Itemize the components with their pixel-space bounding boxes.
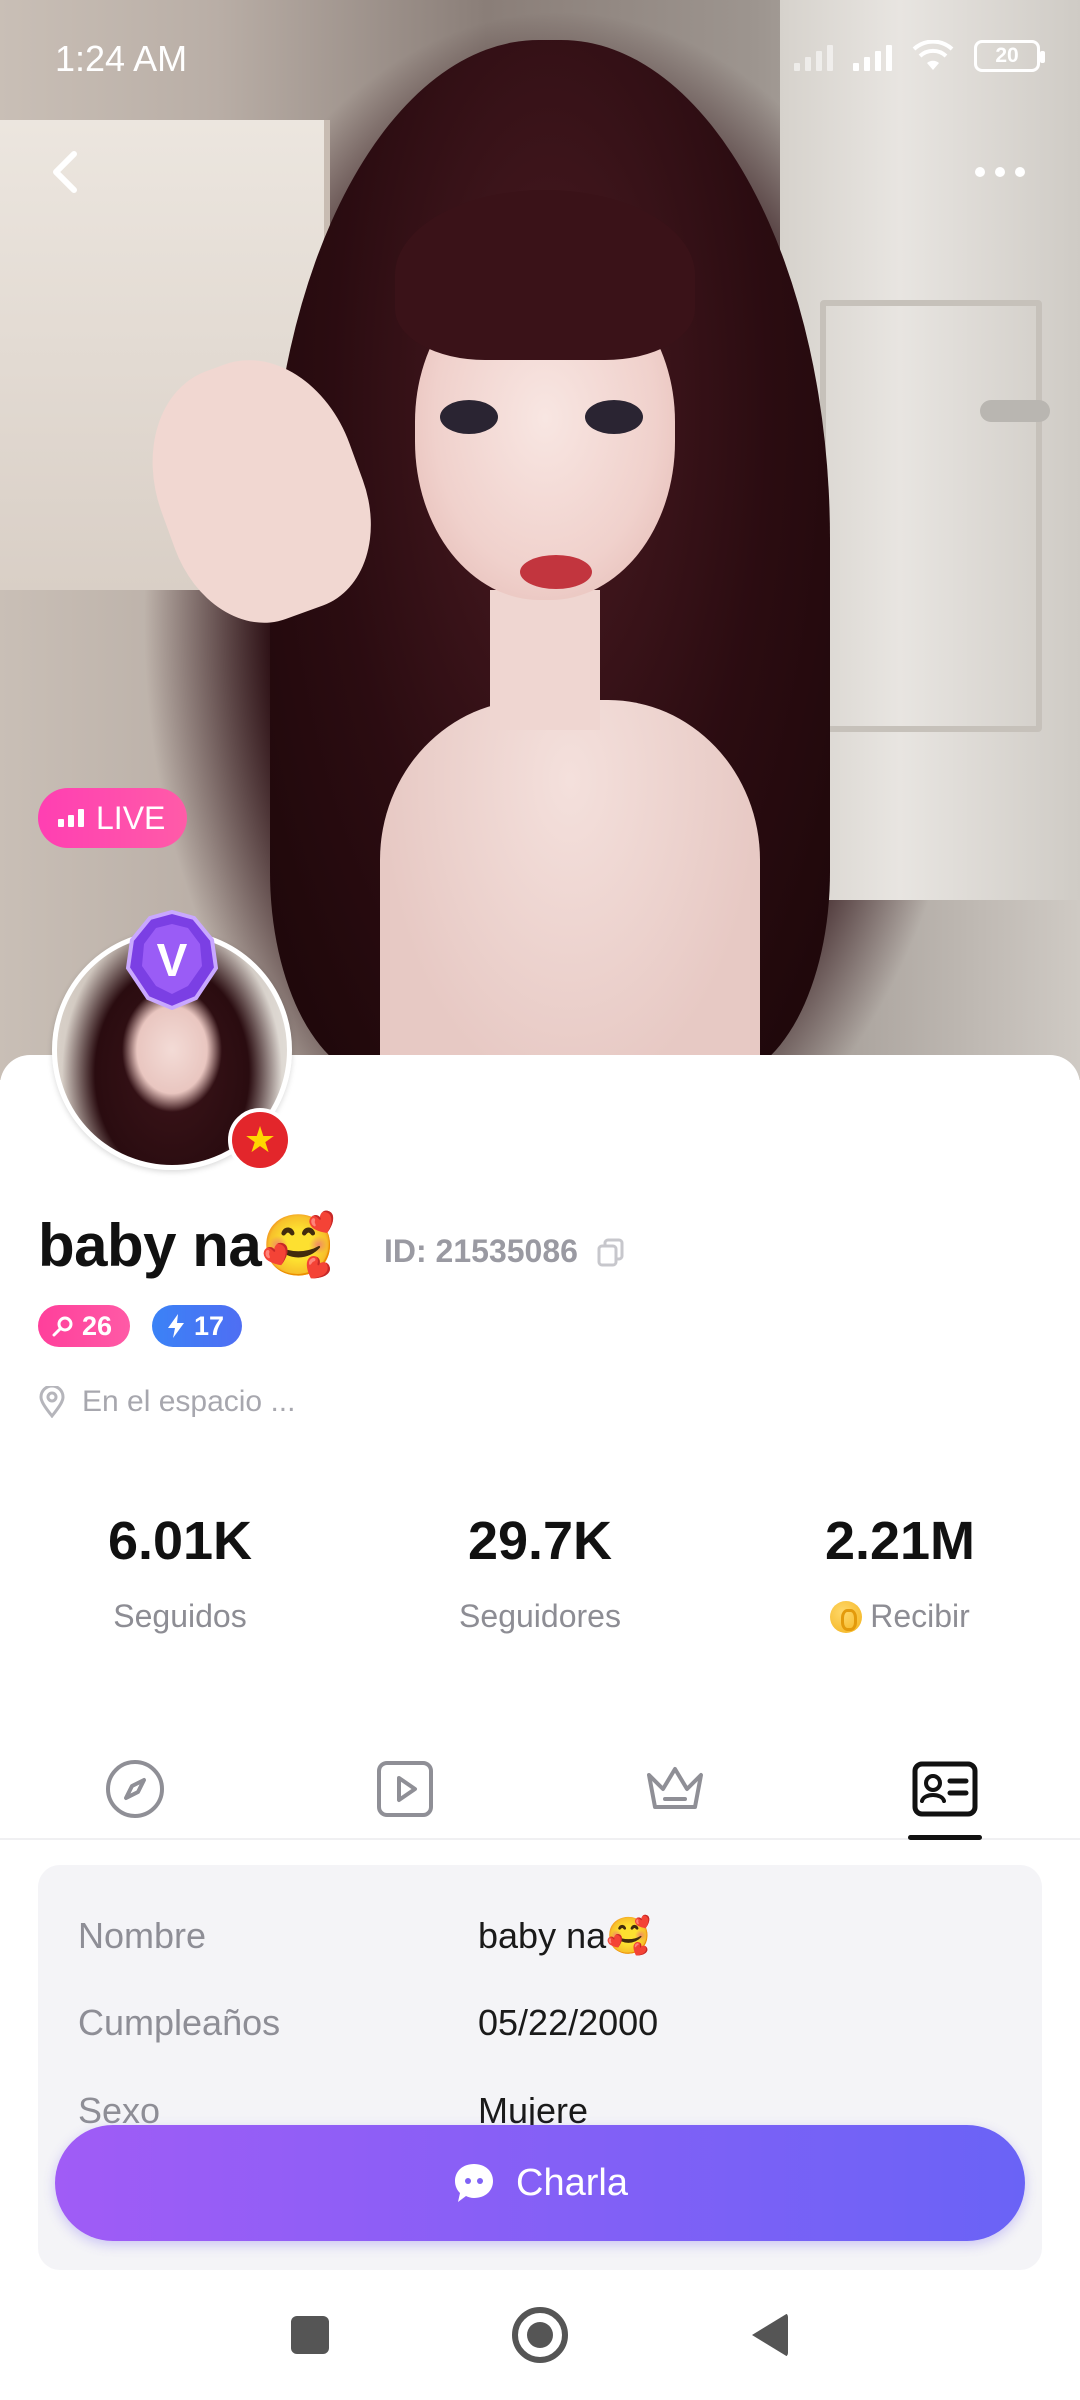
live-bars-icon <box>58 809 84 827</box>
tab-privileges[interactable] <box>540 1740 810 1838</box>
coin-icon <box>830 1600 863 1633</box>
more-options-button[interactable] <box>960 140 1040 204</box>
status-time: 1:24 AM <box>55 38 188 79</box>
stat-followers-value: 29.7K <box>467 1511 613 1571</box>
info-value: baby na🥰 <box>478 1915 651 1956</box>
stat-following[interactable]: 6.01K Seguidos <box>0 1510 360 1635</box>
stat-received-label: Recibir <box>720 1598 1080 1635</box>
photo-neck <box>490 590 600 730</box>
system-back-button[interactable] <box>655 2313 885 2357</box>
profile-tabs <box>0 1740 1080 1840</box>
status-icons: 20 <box>794 40 1045 72</box>
info-row-name: Nombre baby na🥰 <box>78 1915 1002 1957</box>
id-card-icon <box>912 1761 978 1817</box>
recents-button[interactable] <box>195 2316 425 2354</box>
photo-eye-left <box>440 400 498 434</box>
wealth-level-pill[interactable]: 17 <box>152 1305 243 1347</box>
copy-icon[interactable] <box>596 1237 626 1267</box>
photo-eye-right <box>585 400 643 434</box>
vip-badge-icon: V <box>125 910 219 1010</box>
avatar-container[interactable]: V ★ <box>52 910 292 1172</box>
live-badge[interactable]: LIVE <box>38 788 188 848</box>
signal-icon <box>853 41 892 71</box>
chat-button[interactable]: Charla <box>55 2125 1025 2241</box>
tab-videos[interactable] <box>270 1740 540 1838</box>
more-horizontal-icon <box>975 167 985 177</box>
stat-received-value: 2.21M <box>824 1511 976 1571</box>
stats-row: 6.01K Seguidos 29.7K Seguidores 2.21M Re… <box>0 1510 1080 1635</box>
charm-level-value: 26 <box>82 1310 113 1341</box>
home-circle-icon <box>512 2307 568 2363</box>
location-text: En el espacio ... <box>82 1385 296 1418</box>
stat-received[interactable]: 2.21M Recibir <box>720 1510 1080 1635</box>
recents-square-icon <box>291 2316 329 2354</box>
stat-followers-label: Seguidores <box>459 1598 621 1634</box>
chat-bubble-icon <box>455 2164 494 2202</box>
back-triangle-icon <box>752 2313 788 2357</box>
video-play-icon <box>377 1761 433 1817</box>
chat-button-label: Charla <box>516 2161 628 2204</box>
stat-followers[interactable]: 29.7K Seguidores <box>360 1510 720 1635</box>
back-button[interactable] <box>36 140 100 204</box>
status-bar: 1:24 AM 20 <box>0 0 1080 120</box>
vip-badge-letter: V <box>157 934 188 986</box>
signal-weak-icon <box>794 41 833 71</box>
chevron-left-icon <box>53 151 77 193</box>
lightning-icon <box>168 1314 184 1338</box>
user-id-text: ID: 21535086 <box>384 1233 578 1269</box>
crown-icon <box>647 1767 703 1809</box>
live-label: LIVE <box>96 799 166 836</box>
system-nav-bar <box>0 2270 1080 2400</box>
photo-body <box>380 700 760 1080</box>
info-row-birthday: Cumpleaños 05/22/2000 <box>78 2002 1002 2044</box>
info-label: Cumpleaños <box>78 2002 281 2043</box>
charm-level-pill[interactable]: 26 <box>38 1305 131 1347</box>
wifi-icon <box>912 40 954 70</box>
user-id-row[interactable]: ID: 21535086 <box>384 1233 626 1270</box>
location-pin-icon <box>39 1386 65 1418</box>
country-flag-icon: ★ <box>228 1108 292 1172</box>
tab-info[interactable] <box>810 1740 1080 1838</box>
battery-icon: 20 <box>974 40 1045 72</box>
photo-bangs <box>395 190 695 360</box>
tab-explore[interactable] <box>0 1740 270 1838</box>
info-value: 05/22/2000 <box>478 2002 659 2043</box>
stat-following-label: Seguidos <box>113 1598 247 1634</box>
profile-name: baby na🥰 <box>38 1212 336 1279</box>
door-handle <box>980 400 1050 422</box>
compass-icon <box>106 1760 164 1818</box>
photo-lips <box>520 555 592 589</box>
location-row: En el espacio ... <box>38 1385 295 1419</box>
charm-icon <box>52 1316 73 1337</box>
info-label: Nombre <box>78 1915 207 1956</box>
home-button[interactable] <box>425 2307 655 2363</box>
wealth-level-value: 17 <box>194 1310 225 1341</box>
stat-following-value: 6.01K <box>107 1511 253 1571</box>
